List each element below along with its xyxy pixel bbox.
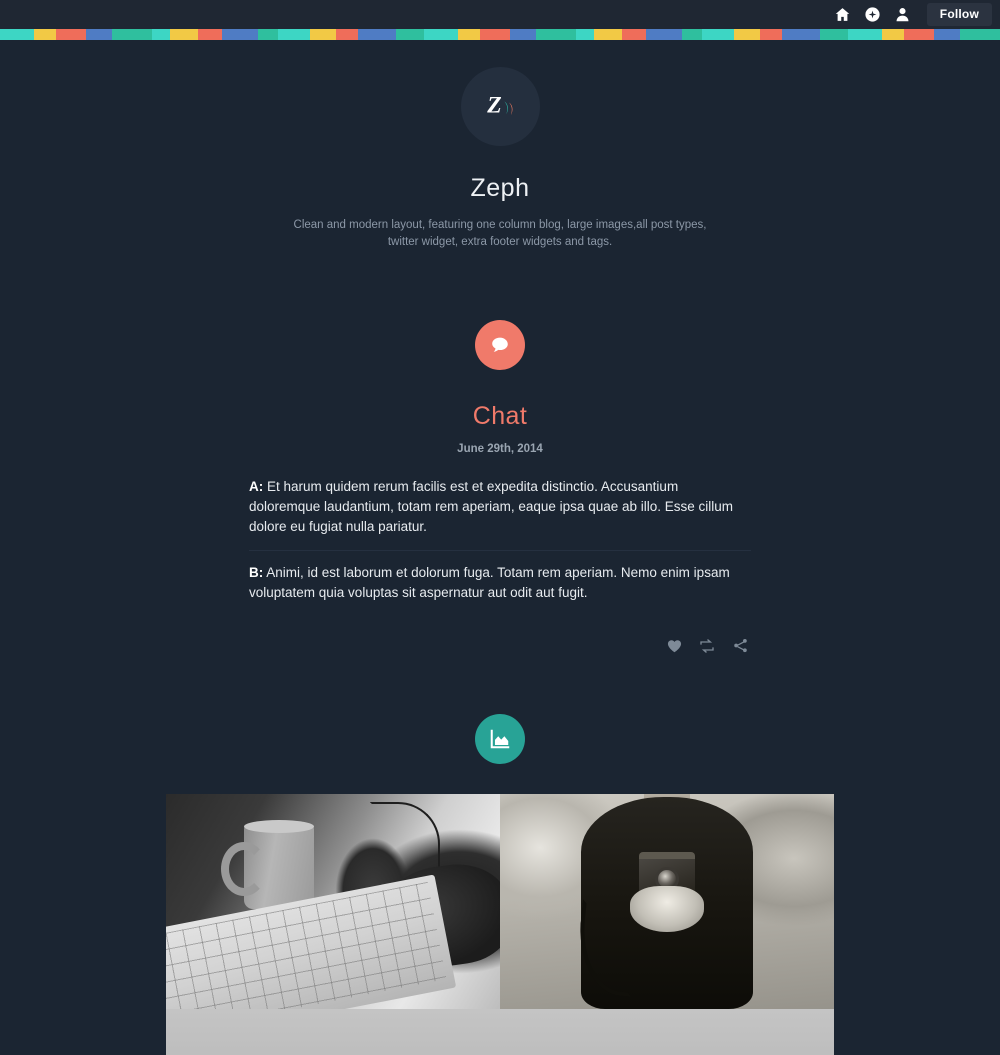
- stripe-segment: [646, 29, 682, 40]
- photo-desk-keyboard-mug[interactable]: [166, 793, 500, 1009]
- stripe-segment: [960, 29, 1000, 40]
- stripe-segment: [848, 29, 882, 40]
- post-actions: [249, 625, 751, 657]
- photo-person-camera[interactable]: [500, 793, 834, 1009]
- explore-icon[interactable]: [859, 1, 887, 29]
- stripe-segment: [734, 29, 760, 40]
- stripe-segment: [536, 29, 576, 40]
- stripe-segment: [480, 29, 510, 40]
- avatar[interactable]: Z: [460, 67, 540, 146]
- stripe-segment: [170, 29, 198, 40]
- reblog-icon[interactable]: [696, 635, 718, 657]
- stripe-segment: [198, 29, 222, 40]
- stripe-segment: [702, 29, 734, 40]
- post-date: June 29th, 2014: [457, 443, 543, 455]
- stripe-segment: [760, 29, 782, 40]
- home-icon[interactable]: [829, 1, 857, 29]
- page-title: Zeph: [470, 174, 530, 202]
- stripe-segment: [396, 29, 424, 40]
- post-chat: Chat June 29th, 2014 A: Et harum quidem …: [0, 320, 1000, 657]
- photoset: [166, 793, 834, 1055]
- photo-detail-cord: [370, 801, 440, 872]
- stripe-segment: [278, 29, 310, 40]
- stripe-segment: [622, 29, 646, 40]
- stripe-segment: [56, 29, 86, 40]
- stripe-segment: [682, 29, 702, 40]
- chat-transcript: A: Et harum quidem rerum facilis est et …: [249, 473, 751, 616]
- photo-icon[interactable]: [475, 713, 525, 764]
- post-list: Chat June 29th, 2014 A: Et harum quidem …: [0, 320, 1000, 1055]
- stripe-segment: [336, 29, 358, 40]
- stripe-segment: [882, 29, 904, 40]
- photo-light-band[interactable]: [166, 1008, 834, 1055]
- stripe-segment: [34, 29, 56, 40]
- photo-detail-hands: [630, 885, 704, 932]
- stripe-segment: [782, 29, 820, 40]
- follow-button[interactable]: Follow: [926, 3, 992, 26]
- share-icon[interactable]: [729, 635, 751, 657]
- chat-message-text: Animi, id est laborum et dolorum fuga. T…: [249, 564, 730, 600]
- tumblr-top-bar: Follow: [0, 0, 1000, 29]
- post-title[interactable]: Chat: [0, 402, 1000, 431]
- stripe-segment: [258, 29, 278, 40]
- photo-detail-keys: [166, 881, 447, 1009]
- stripe-segment: [424, 29, 458, 40]
- chat-line: B: Animi, id est laborum et dolorum fuga…: [249, 549, 751, 616]
- post-photo: [0, 713, 1000, 1055]
- zeph-logo-icon: Z: [486, 92, 513, 118]
- chat-bubble-icon[interactable]: [475, 320, 525, 370]
- stripe-segment: [358, 29, 396, 40]
- stripe-segment: [458, 29, 480, 40]
- svg-text:Z: Z: [486, 92, 501, 118]
- stripe-segment: [594, 29, 622, 40]
- chat-line: A: Et harum quidem rerum facilis est et …: [249, 473, 751, 550]
- chat-speaker-label: A:: [249, 479, 264, 494]
- account-icon[interactable]: [889, 1, 917, 29]
- site-header: Z Zeph Clean and modern layout, featurin…: [0, 40, 1000, 252]
- stripe-segment: [576, 29, 594, 40]
- stripe-segment: [222, 29, 258, 40]
- stripe-segment: [310, 29, 336, 40]
- color-stripe-bar: [0, 29, 1000, 40]
- site-description: Clean and modern layout, featuring one c…: [293, 219, 707, 249]
- stripe-segment: [934, 29, 960, 40]
- stripe-segment: [904, 29, 934, 40]
- like-icon[interactable]: [663, 635, 685, 657]
- chat-message-text: Et harum quidem rerum facilis est et exp…: [249, 479, 734, 534]
- stripe-segment: [820, 29, 848, 40]
- stripe-segment: [0, 29, 34, 40]
- chat-speaker-label: B:: [249, 564, 264, 580]
- stripe-segment: [152, 29, 170, 40]
- photo-detail-mug: [221, 819, 314, 909]
- stripe-segment: [510, 29, 536, 40]
- stripe-segment: [86, 29, 112, 40]
- stripe-segment: [112, 29, 152, 40]
